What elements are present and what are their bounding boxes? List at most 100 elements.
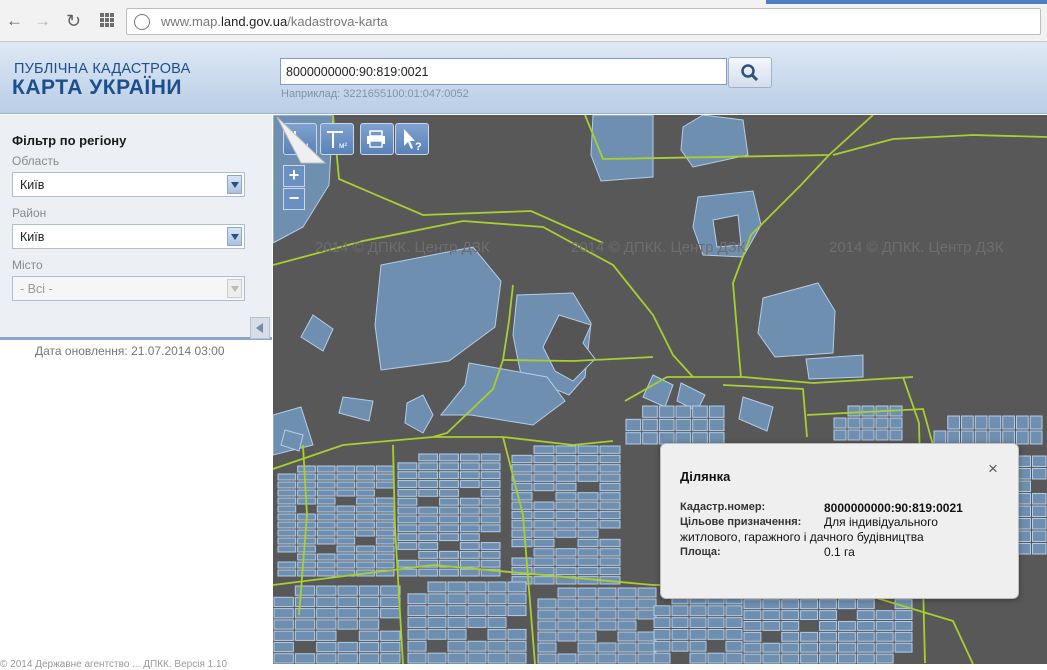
land-parcel xyxy=(861,429,875,441)
identify-tool[interactable]: ? xyxy=(395,123,429,155)
land-parcel xyxy=(819,642,837,653)
land-parcel xyxy=(277,561,297,569)
land-parcel xyxy=(397,480,418,488)
rayon-select[interactable]: Київ xyxy=(12,224,245,249)
land-parcel xyxy=(480,524,501,533)
land-parcel xyxy=(577,620,597,631)
land-parcel xyxy=(439,533,459,542)
zoom-in-button[interactable]: + xyxy=(283,165,305,187)
land-parcel xyxy=(653,617,671,628)
back-arrow-icon[interactable]: ← xyxy=(6,11,23,31)
cadastral-search-input[interactable] xyxy=(280,58,727,85)
land-parcel xyxy=(743,631,762,642)
land-parcel xyxy=(894,642,913,653)
land-parcel xyxy=(439,568,459,577)
land-parcel xyxy=(397,568,418,577)
land-parcel xyxy=(487,652,507,664)
search-hint: Наприклад: 3221655100:01:047:0052 xyxy=(281,88,469,100)
land-parcel xyxy=(439,550,459,559)
land-parcel xyxy=(533,538,555,548)
land-parcel xyxy=(743,653,762,664)
land-parcel xyxy=(297,473,316,481)
land-parcel xyxy=(439,488,459,497)
land-parcel xyxy=(480,515,501,524)
land-parcel xyxy=(533,510,555,520)
reload-icon[interactable]: ↻ xyxy=(66,11,81,31)
misto-select[interactable]: - Всі - xyxy=(12,276,245,301)
land-parcel xyxy=(1029,415,1043,430)
land-parcel xyxy=(725,617,743,628)
land-parcel xyxy=(336,473,356,481)
popup-pointer xyxy=(276,116,327,164)
chevron-down-icon[interactable] xyxy=(227,175,242,194)
print-tool[interactable] xyxy=(360,123,394,155)
cadastral-map[interactable]: 2014 © ДПКК. Центр ДЗК 2014 © ДПКК. Цент… xyxy=(273,115,1047,664)
search-button[interactable] xyxy=(728,57,772,88)
land-parcel xyxy=(397,533,418,542)
land-parcel xyxy=(577,529,599,538)
land-parcel xyxy=(459,524,480,533)
land-parcel xyxy=(467,617,487,628)
land-parcel xyxy=(316,585,337,596)
oblast-select[interactable]: Київ xyxy=(12,172,245,197)
land-parcel xyxy=(875,631,894,642)
url-text: www.map.land.gov.ua/kadastrova-karta xyxy=(161,14,388,29)
land-parcel xyxy=(480,497,501,506)
collapse-sidebar-button[interactable] xyxy=(250,317,270,339)
land-parcel xyxy=(707,605,725,617)
land-parcel xyxy=(599,538,621,548)
land-parcel xyxy=(407,617,427,628)
purpose-value: Для індивідуального житлового, гаражного… xyxy=(680,515,938,544)
land-parcel xyxy=(273,619,294,630)
chevron-down-icon[interactable] xyxy=(227,279,242,298)
pointer-help-icon: ? xyxy=(404,129,422,153)
land-parcel xyxy=(336,545,356,553)
land-parcel xyxy=(533,520,555,529)
land-parcel xyxy=(557,587,577,598)
address-bar[interactable]: www.map.land.gov.ua/kadastrova-karta xyxy=(126,8,1041,35)
land-parcel xyxy=(487,605,507,617)
land-parcel xyxy=(459,497,480,506)
land-parcel xyxy=(653,652,671,664)
land-parcel xyxy=(537,598,557,609)
land-parcel xyxy=(511,454,533,464)
land-parcel xyxy=(617,642,637,653)
land-parcel xyxy=(277,481,297,489)
land-parcel xyxy=(671,617,689,628)
close-icon[interactable]: × xyxy=(988,460,998,477)
apps-grid-icon[interactable] xyxy=(99,12,115,33)
land-parcel xyxy=(819,610,837,620)
area-value: 0.1 га xyxy=(824,545,855,559)
land-parcel xyxy=(597,642,617,653)
land-parcel xyxy=(1016,480,1031,492)
land-parcel xyxy=(439,453,459,462)
land-parcel xyxy=(439,462,459,471)
land-parcel xyxy=(427,652,447,664)
land-parcel xyxy=(1016,430,1029,445)
land-parcel xyxy=(856,631,875,642)
zoom-out-button[interactable]: − xyxy=(283,188,305,210)
land-parcel xyxy=(781,610,800,620)
land-parcel xyxy=(459,515,480,524)
land-parcel xyxy=(762,642,781,653)
land-parcel xyxy=(1016,468,1031,480)
land-parcel xyxy=(599,501,621,510)
land-parcel xyxy=(459,453,480,462)
land-parcel xyxy=(356,489,375,497)
land-parcel xyxy=(1016,493,1031,505)
land-parcel xyxy=(447,640,467,652)
land-parcel xyxy=(577,642,597,653)
land-parcel xyxy=(459,533,480,542)
land-parcel xyxy=(467,640,487,652)
land-parcel xyxy=(439,524,459,533)
forward-arrow-icon[interactable]: → xyxy=(34,11,51,31)
land-parcel xyxy=(356,481,375,489)
chevron-down-icon[interactable] xyxy=(227,227,242,246)
land-parcel xyxy=(337,608,358,619)
land-parcel xyxy=(1032,505,1047,517)
land-parcel xyxy=(397,559,418,568)
land-parcel xyxy=(511,520,533,529)
land-parcel xyxy=(459,462,480,471)
land-parcel xyxy=(480,453,501,462)
land-parcel xyxy=(762,621,781,631)
